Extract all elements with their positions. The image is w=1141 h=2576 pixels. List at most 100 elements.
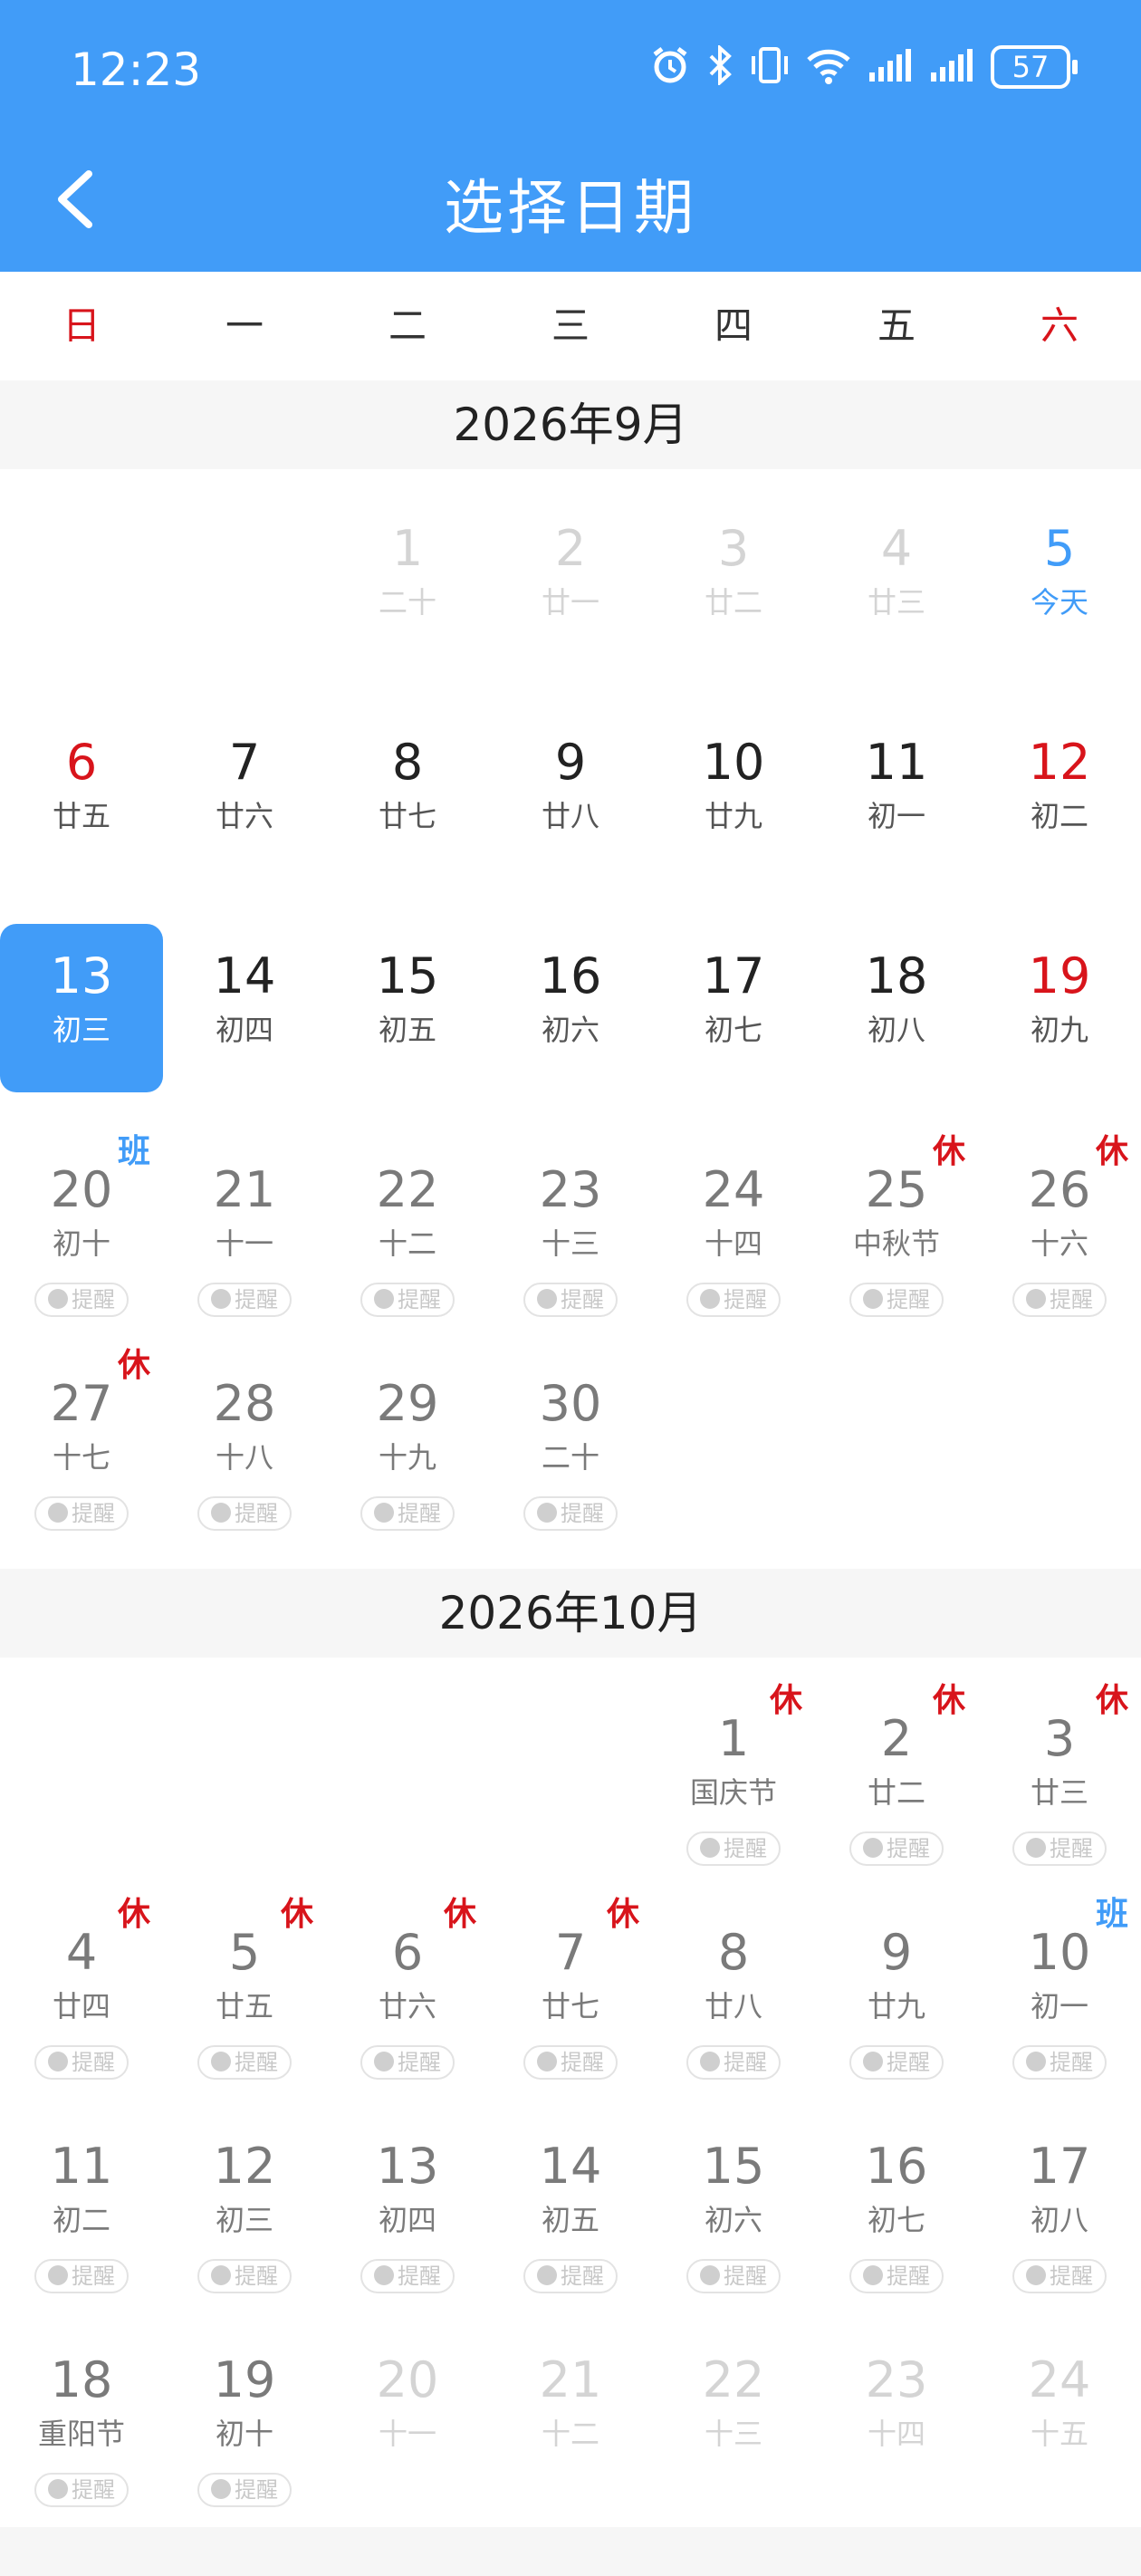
- day-cell[interactable]: 28 十八 提醒: [163, 1351, 326, 1531]
- day-cell[interactable]: 26 十六休提醒: [978, 1133, 1141, 1317]
- day-cell[interactable]: 6 廿五: [0, 710, 163, 882]
- day-cell[interactable]: 11 初一: [815, 710, 978, 882]
- day-cell[interactable]: 14 初四: [163, 924, 326, 1096]
- lunar-date: 初七: [704, 1013, 762, 1047]
- day-number: 29: [376, 1375, 439, 1432]
- day-cell[interactable]: 20 十一: [326, 2328, 489, 2500]
- day-cell[interactable]: 16 初六: [489, 924, 652, 1096]
- lunar-date: 初一: [867, 799, 925, 833]
- day-cell[interactable]: 7 廿六: [163, 710, 326, 882]
- day-cell[interactable]: 15 初六 提醒: [652, 2114, 815, 2293]
- reminder-button[interactable]: 提醒: [197, 1283, 292, 1317]
- day-cell[interactable]: 21 十一 提醒: [163, 1138, 326, 1317]
- day-cell[interactable]: 1 二十: [326, 496, 489, 668]
- day-cell[interactable]: 24 十五: [978, 2328, 1141, 2500]
- day-number: 23: [865, 2351, 928, 2408]
- reminder-button[interactable]: 提醒: [523, 1283, 618, 1317]
- reminder-button[interactable]: 提醒: [523, 2045, 618, 2080]
- reminder-button[interactable]: 提醒: [34, 2259, 129, 2293]
- day-cell[interactable]: 6 廿六休提醒: [326, 1896, 489, 2080]
- reminder-button[interactable]: 提醒: [523, 1496, 618, 1531]
- day-cell[interactable]: 24 十四 提醒: [652, 1138, 815, 1317]
- reminder-button[interactable]: 提醒: [34, 2473, 129, 2507]
- reminder-button[interactable]: 提醒: [360, 1496, 455, 1531]
- reminder-button[interactable]: 提醒: [197, 2473, 292, 2507]
- reminder-button[interactable]: 提醒: [849, 1283, 944, 1317]
- day-number: 11: [865, 734, 928, 791]
- day-cell[interactable]: 5 今天: [978, 496, 1141, 668]
- lunar-date: 今天: [1030, 585, 1088, 620]
- app-bar: 12:23 57 选择日期: [0, 0, 1141, 272]
- lunar-date: 初二: [52, 2203, 110, 2237]
- lunar-date: 廿五: [215, 1989, 273, 2023]
- reminder-button[interactable]: 提醒: [686, 1831, 781, 1866]
- day-cell[interactable]: 27 十七休提醒: [0, 1347, 163, 1531]
- reminder-button[interactable]: 提醒: [34, 1283, 129, 1317]
- day-cell[interactable]: 11 初二 提醒: [0, 2114, 163, 2293]
- day-cell[interactable]: 9 廿九 提醒: [815, 1900, 978, 2080]
- reminder-button[interactable]: 提醒: [1012, 2045, 1107, 2080]
- day-cell[interactable]: 2 廿二休提醒: [815, 1682, 978, 1866]
- reminder-button[interactable]: 提醒: [360, 2259, 455, 2293]
- day-cell[interactable]: 30 二十 提醒: [489, 1351, 652, 1531]
- day-cell[interactable]: 22 十二 提醒: [326, 1138, 489, 1317]
- day-cell[interactable]: 9 廿八: [489, 710, 652, 882]
- day-cell[interactable]: 18 初八: [815, 924, 978, 1096]
- day-cell[interactable]: 8 廿八 提醒: [652, 1900, 815, 2080]
- reminder-button[interactable]: 提醒: [197, 1496, 292, 1531]
- day-cell[interactable]: 14 初五 提醒: [489, 2114, 652, 2293]
- reminder-button[interactable]: 提醒: [1012, 1831, 1107, 1866]
- day-cell[interactable]: 19 初十 提醒: [163, 2328, 326, 2507]
- reminder-button[interactable]: 提醒: [686, 1283, 781, 1317]
- alarm-clock-icon: [48, 2265, 68, 2285]
- reminder-button[interactable]: 提醒: [523, 2259, 618, 2293]
- day-cell[interactable]: 21 十二: [489, 2328, 652, 2500]
- reminder-button[interactable]: 提醒: [686, 2259, 781, 2293]
- day-cell[interactable]: 22 十三: [652, 2328, 815, 2500]
- alarm-clock-icon: [211, 2052, 231, 2071]
- day-cell[interactable]: 18 重阳节 提醒: [0, 2328, 163, 2507]
- day-cell[interactable]: 1 国庆节休提醒: [652, 1682, 815, 1866]
- day-cell[interactable]: 2 廿一: [489, 496, 652, 668]
- reminder-button[interactable]: 提醒: [849, 2259, 944, 2293]
- day-cell[interactable]: 25 中秋节休提醒: [815, 1133, 978, 1317]
- reminder-button[interactable]: 提醒: [34, 2045, 129, 2080]
- day-cell[interactable]: 20 初十班提醒: [0, 1133, 163, 1317]
- reminder-button[interactable]: 提醒: [686, 2045, 781, 2080]
- day-cell[interactable]: 29 十九 提醒: [326, 1351, 489, 1531]
- day-cell[interactable]: 12 初二: [978, 710, 1141, 882]
- day-cell[interactable]: 7 廿七休提醒: [489, 1896, 652, 2080]
- lunar-date: 初九: [1030, 1013, 1088, 1047]
- reminder-button[interactable]: 提醒: [34, 1496, 129, 1531]
- day-cell[interactable]: 3 廿三休提醒: [978, 1682, 1141, 1866]
- day-cell[interactable]: 17 初八 提醒: [978, 2114, 1141, 2293]
- day-cell[interactable]: 23 十三 提醒: [489, 1138, 652, 1317]
- day-cell[interactable]: 8 廿七: [326, 710, 489, 882]
- day-cell[interactable]: 3 廿二: [652, 496, 815, 668]
- lunar-date: 初三: [215, 2203, 273, 2237]
- reminder-button[interactable]: 提醒: [849, 2045, 944, 2080]
- reminder-button[interactable]: 提醒: [360, 2045, 455, 2080]
- reminder-button[interactable]: 提醒: [360, 1283, 455, 1317]
- day-cell[interactable]: 12 初三 提醒: [163, 2114, 326, 2293]
- reminder-button[interactable]: 提醒: [197, 2045, 292, 2080]
- reminder-button[interactable]: 提醒: [1012, 1283, 1107, 1317]
- day-number: 20: [376, 2351, 439, 2408]
- day-cell[interactable]: 10 初一班提醒: [978, 1896, 1141, 2080]
- day-cell[interactable]: 4 廿四休提醒: [0, 1896, 163, 2080]
- day-cell[interactable]: 13 初三: [0, 924, 163, 1092]
- day-number: 21: [213, 1161, 276, 1218]
- reminder-button[interactable]: 提醒: [1012, 2259, 1107, 2293]
- reminder-button[interactable]: 提醒: [197, 2259, 292, 2293]
- lunar-date: 十三: [541, 1226, 599, 1261]
- day-cell[interactable]: 19 初九: [978, 924, 1141, 1096]
- day-cell[interactable]: 5 廿五休提醒: [163, 1896, 326, 2080]
- day-cell[interactable]: 15 初五: [326, 924, 489, 1096]
- day-cell[interactable]: 17 初七: [652, 924, 815, 1096]
- reminder-button[interactable]: 提醒: [849, 1831, 944, 1866]
- day-cell[interactable]: 13 初四 提醒: [326, 2114, 489, 2293]
- day-cell[interactable]: 16 初七 提醒: [815, 2114, 978, 2293]
- day-cell[interactable]: 4 廿三: [815, 496, 978, 668]
- day-cell[interactable]: 10 廿九: [652, 710, 815, 882]
- day-cell[interactable]: 23 十四: [815, 2328, 978, 2500]
